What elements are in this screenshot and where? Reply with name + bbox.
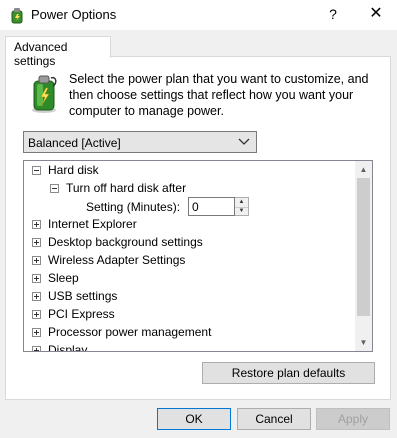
power-plan-value: Balanced [Active] — [28, 136, 121, 150]
expand-icon[interactable] — [32, 346, 41, 351]
restore-plan-defaults-button[interactable]: Restore plan defaults — [202, 362, 375, 384]
tree-item-usb-settings[interactable]: USB settings — [30, 287, 117, 305]
tree-item-pci-express[interactable]: PCI Express — [30, 305, 115, 323]
tree-item-internet-explorer[interactable]: Internet Explorer — [30, 215, 137, 233]
tree-item-label: Wireless Adapter Settings — [48, 253, 186, 267]
tree-item-label: Internet Explorer — [48, 217, 137, 231]
tab-label: Advanced settings — [14, 40, 68, 68]
vertical-scrollbar[interactable]: ▲ ▼ — [355, 161, 372, 351]
expand-icon[interactable] — [32, 238, 41, 247]
scroll-up-icon[interactable]: ▲ — [355, 161, 372, 178]
expand-icon[interactable] — [32, 292, 41, 301]
scrollbar-thumb[interactable] — [357, 178, 370, 316]
tree-item-display[interactable]: Display — [30, 341, 88, 352]
tree-item-label: Hard disk — [48, 163, 99, 177]
cancel-button[interactable]: Cancel — [237, 408, 311, 430]
power-options-icon — [8, 6, 26, 24]
tree-item-label: Turn off hard disk after — [66, 181, 187, 195]
tree-item-label: USB settings — [48, 289, 118, 303]
plan-description: Select the power plan that you want to c… — [69, 72, 369, 118]
expand-icon[interactable] — [32, 310, 41, 319]
expand-icon[interactable] — [32, 328, 41, 337]
scroll-down-icon[interactable]: ▼ — [355, 334, 372, 351]
tree-item-turn-off-hard-disk[interactable]: Turn off hard disk after — [48, 179, 186, 197]
expand-icon[interactable] — [32, 220, 41, 229]
help-button[interactable]: ? — [319, 2, 347, 26]
tree-item-label: PCI Express — [48, 307, 115, 321]
tree-item-desktop-background[interactable]: Desktop background settings — [30, 233, 203, 251]
tree-item-sleep[interactable]: Sleep — [30, 269, 79, 287]
expand-icon[interactable] — [32, 274, 41, 283]
tree-item-label: Processor power management — [48, 325, 212, 339]
minutes-stepper[interactable]: ▲ ▼ — [235, 197, 249, 216]
setting-minutes-input[interactable]: 0 — [188, 197, 235, 216]
settings-tree[interactable]: Hard disk Turn off hard disk after Setti… — [23, 160, 373, 352]
setting-minutes-label: Setting (Minutes): — [86, 200, 181, 214]
tree-item-wireless-adapter[interactable]: Wireless Adapter Settings — [30, 251, 185, 269]
window-title: Power Options — [31, 7, 117, 22]
tab-advanced-settings[interactable]: Advanced settings — [5, 36, 111, 68]
tree-item-label: Desktop background settings — [48, 235, 203, 249]
tree-item-processor-power[interactable]: Processor power management — [30, 323, 211, 341]
close-button[interactable]: ✕ — [362, 2, 390, 26]
setting-minutes-value: 0 — [192, 200, 199, 214]
collapse-icon[interactable] — [32, 166, 41, 175]
apply-button[interactable]: Apply — [316, 408, 390, 430]
ok-button[interactable]: OK — [157, 408, 231, 430]
tree-item-label: Sleep — [48, 271, 79, 285]
tree-item-hard-disk[interactable]: Hard disk — [30, 161, 99, 179]
collapse-icon[interactable] — [50, 184, 59, 193]
chevron-down-icon — [238, 134, 250, 151]
power-plan-dropdown[interactable]: Balanced [Active] — [23, 131, 257, 153]
stepper-down-icon[interactable]: ▼ — [235, 207, 248, 216]
tree-item-label: Display — [48, 343, 88, 352]
battery-plan-icon — [29, 72, 59, 114]
expand-icon[interactable] — [32, 256, 41, 265]
